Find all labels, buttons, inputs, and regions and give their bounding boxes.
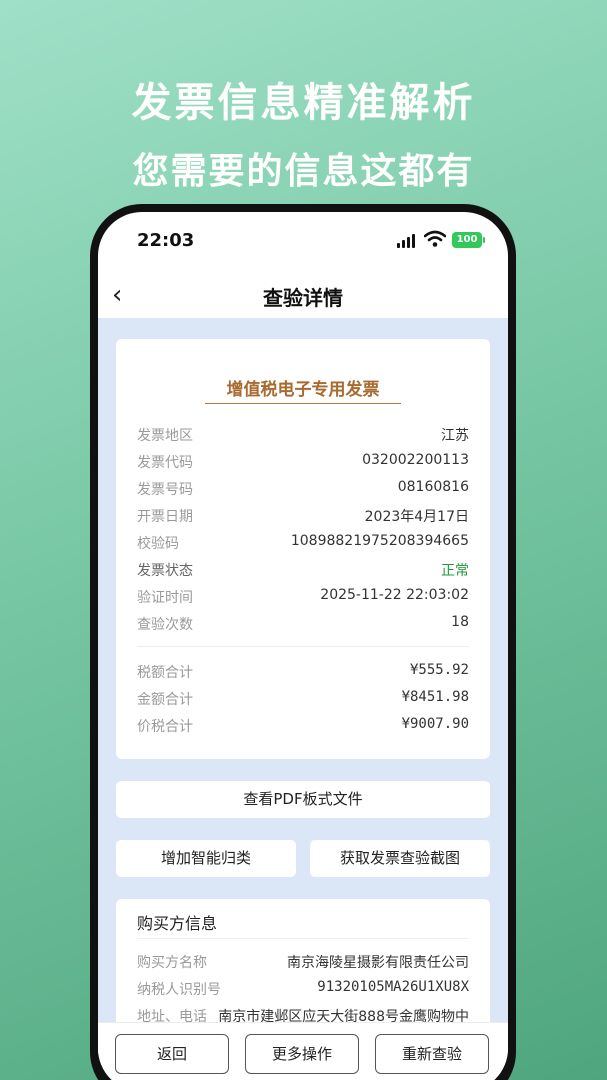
- field-value: 91320105MA26U1XU8X: [317, 979, 469, 995]
- field-value: 032002200113: [362, 452, 469, 468]
- invoice-title-underline: [205, 403, 401, 404]
- promo-headline: 发票信息精准解析: [131, 80, 476, 126]
- status-badge: 正常: [441, 563, 469, 579]
- buyer-field-row: 购买方名称 南京海陵星摄影有限责任公司: [137, 949, 469, 973]
- invoice-field-row: 验证时间 2025-11-22 22:03:02: [137, 584, 469, 608]
- field-label: 发票状态: [137, 563, 193, 579]
- amount-row: 价税合计 ¥9007.90: [137, 713, 469, 737]
- buyer-field-row: 纳税人识别号 91320105MA26U1XU8X: [137, 976, 469, 1000]
- field-value: 2023年4月17日: [364, 509, 469, 525]
- field-value: 08160816: [397, 479, 469, 495]
- invoice-field-row: 查验次数 18: [137, 611, 469, 635]
- amount-label: 金额合计: [137, 692, 193, 708]
- invoice-title: 增值税电子专用发票: [226, 380, 380, 400]
- field-label: 购买方名称: [137, 955, 207, 971]
- invoice-field-row: 校验码 10898821975208394665: [137, 530, 469, 554]
- field-value: 2025-11-22 22:03:02: [320, 587, 469, 603]
- amount-label: 税额合计: [137, 665, 193, 681]
- bottom-action-bar: 返回 更多操作 重新查验: [98, 1022, 508, 1080]
- divider: [137, 938, 469, 939]
- amount-value: ¥8451.98: [401, 689, 469, 705]
- amount-label: 价税合计: [137, 719, 193, 735]
- status-bar: 22:03 100: [98, 212, 508, 272]
- more-actions-button[interactable]: 更多操作: [245, 1034, 359, 1074]
- field-value: 南京海陵星摄影有限责任公司: [287, 955, 469, 971]
- invoice-field-row: 发票号码 08160816: [137, 476, 469, 500]
- phone-screen: 22:03 100 ‹ 查验详情 增值税电子专用发票 发票地区 江苏 发票代码 …: [98, 212, 508, 1080]
- buyer-section-title: 购买方信息: [137, 914, 218, 933]
- field-label: 校验码: [137, 536, 179, 552]
- field-label: 纳税人识别号: [137, 982, 221, 998]
- back-button[interactable]: 返回: [115, 1034, 229, 1074]
- main-content[interactable]: 增值税电子专用发票 发票地区 江苏 发票代码 032002200113 发票号码…: [98, 318, 508, 1080]
- status-time: 22:03: [137, 230, 195, 251]
- view-pdf-button[interactable]: 查看PDF板式文件: [116, 781, 490, 818]
- nav-bar: ‹ 查验详情: [98, 272, 508, 318]
- field-label: 发票地区: [137, 428, 193, 444]
- promo-subheadline: 您需要的信息这都有: [132, 151, 475, 192]
- field-label: 开票日期: [137, 509, 193, 525]
- amount-row: 金额合计 ¥8451.98: [137, 686, 469, 710]
- invoice-field-row: 发票代码 032002200113: [137, 449, 469, 473]
- wifi-icon: [424, 230, 446, 247]
- phone-frame: 22:03 100 ‹ 查验详情 增值税电子专用发票 发票地区 江苏 发票代码 …: [90, 204, 516, 1080]
- signal-icon: [397, 234, 415, 248]
- invoice-status-row: 发票状态 正常: [137, 557, 469, 581]
- field-value: 18: [451, 614, 469, 630]
- get-screenshot-button[interactable]: 获取发票查验截图: [310, 840, 490, 877]
- invoice-field-row: 发票地区 江苏: [137, 422, 469, 446]
- page-title: 查验详情: [263, 286, 343, 310]
- invoice-card: 增值税电子专用发票 发票地区 江苏 发票代码 032002200113 发票号码…: [116, 339, 490, 759]
- field-label: 发票代码: [137, 455, 193, 471]
- amount-row: 税额合计 ¥555.92: [137, 659, 469, 683]
- divider: [137, 646, 469, 647]
- amount-value: ¥555.92: [409, 662, 469, 678]
- field-value: 10898821975208394665: [290, 533, 469, 549]
- field-value: 江苏: [441, 428, 469, 444]
- field-label: 发票号码: [137, 482, 193, 498]
- amount-value: ¥9007.90: [401, 716, 469, 732]
- invoice-field-row: 开票日期 2023年4月17日: [137, 503, 469, 527]
- recheck-button[interactable]: 重新查验: [375, 1034, 489, 1074]
- add-classification-button[interactable]: 增加智能归类: [116, 840, 296, 877]
- field-label: 查验次数: [137, 617, 193, 633]
- field-label: 验证时间: [137, 590, 193, 606]
- battery-icon: 100: [452, 232, 485, 248]
